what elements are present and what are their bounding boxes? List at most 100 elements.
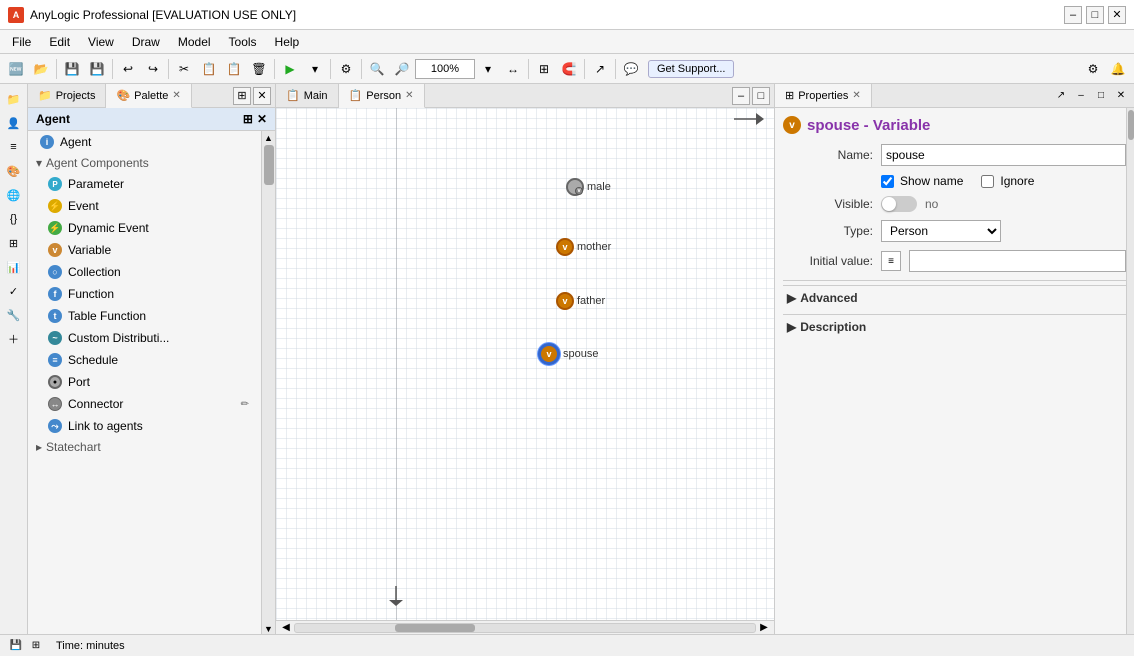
- palette-tab-close[interactable]: ✕: [172, 90, 180, 101]
- props-tab-close[interactable]: ✕: [852, 90, 860, 101]
- status-icon-1[interactable]: 💾: [8, 638, 24, 654]
- palette-item-schedule[interactable]: ≡ Schedule: [28, 349, 261, 371]
- sidebar-btn-agents[interactable]: 👤: [3, 112, 25, 134]
- sidebar-btn-tools[interactable]: 🔧: [3, 304, 25, 326]
- palette-item-collection[interactable]: ○ Collection: [28, 261, 261, 283]
- toolbar-redo[interactable]: ↪: [141, 57, 165, 81]
- props-ignore-checkbox[interactable]: [981, 175, 994, 188]
- maximize-button[interactable]: □: [1086, 6, 1104, 24]
- palette-scroll-thumb[interactable]: [264, 145, 274, 185]
- toolbar-support-icon[interactable]: 💬: [619, 57, 643, 81]
- person-tab-close[interactable]: ✕: [405, 90, 413, 101]
- props-tab-properties[interactable]: ⊞ Properties ✕: [775, 84, 872, 107]
- toolbar-zoom-reset[interactable]: ↔: [501, 57, 525, 81]
- palette-scroll-up[interactable]: ▲: [264, 133, 273, 143]
- status-icon-2[interactable]: ⊞: [28, 638, 44, 654]
- toolbar-zoom-in[interactable]: 🔎: [390, 57, 414, 81]
- canvas-max-btn[interactable]: □: [752, 87, 770, 105]
- toolbar-paste[interactable]: 📋: [222, 57, 246, 81]
- sidebar-btn-projects[interactable]: 📁: [3, 88, 25, 110]
- canvas-scroll-thumb[interactable]: [395, 624, 475, 632]
- tab-person[interactable]: 📋 Person ✕: [339, 84, 425, 108]
- tab-palette[interactable]: 🎨 Palette ✕: [106, 84, 191, 108]
- palette-item-agent[interactable]: i Agent: [28, 131, 261, 153]
- menu-view[interactable]: View: [80, 33, 122, 51]
- palette-close-icon[interactable]: ✕: [257, 112, 267, 126]
- toolbar-copy[interactable]: 📋: [197, 57, 221, 81]
- toolbar-run-dropdown[interactable]: ▾: [303, 57, 327, 81]
- get-support-button[interactable]: Get Support...: [648, 60, 734, 78]
- props-expr-button[interactable]: ≡: [881, 251, 901, 271]
- props-name-input[interactable]: [881, 144, 1126, 166]
- palette-item-parameter[interactable]: P Parameter: [28, 173, 261, 195]
- canvas-scroll-right[interactable]: ▶: [756, 622, 772, 633]
- palette-item-table-function[interactable]: t Table Function: [28, 305, 261, 327]
- sidebar-btn-flow[interactable]: ≡: [3, 136, 25, 158]
- node-spouse[interactable]: v spouse: [538, 343, 598, 365]
- toolbar-save-all[interactable]: 💾: [85, 57, 109, 81]
- node-mother[interactable]: v mother: [556, 238, 611, 256]
- props-scrollbar[interactable]: [1126, 108, 1134, 634]
- tab-main[interactable]: 📋 Main: [276, 84, 339, 107]
- toolbar-undo[interactable]: ↩: [116, 57, 140, 81]
- palette-section-statechart[interactable]: ▸ Statechart: [28, 437, 261, 457]
- node-male[interactable]: v male: [566, 178, 611, 196]
- props-initial-input[interactable]: [909, 250, 1126, 272]
- palette-item-event[interactable]: ⚡ Event: [28, 195, 261, 217]
- sidebar-btn-plus[interactable]: ＋: [3, 328, 25, 350]
- toolbar-arrow[interactable]: ↗: [588, 57, 612, 81]
- menu-help[interactable]: Help: [267, 33, 308, 51]
- sidebar-btn-ok[interactable]: ✓: [3, 280, 25, 302]
- palette-grid-icon[interactable]: ⊞: [243, 112, 253, 126]
- props-scroll-thumb[interactable]: [1128, 110, 1134, 140]
- props-showname-checkbox[interactable]: [881, 175, 894, 188]
- palette-item-custom-distribution[interactable]: ~ Custom Distributi...: [28, 327, 261, 349]
- menu-tools[interactable]: Tools: [221, 33, 265, 51]
- palette-section-agent-components[interactable]: ▾ Agent Components: [28, 153, 261, 173]
- node-father[interactable]: v father: [556, 292, 605, 310]
- palette-item-variable[interactable]: v Variable: [28, 239, 261, 261]
- props-close-btn[interactable]: ✕: [1112, 87, 1130, 105]
- toolbar-grid[interactable]: ⊞: [532, 57, 556, 81]
- menu-model[interactable]: Model: [170, 33, 219, 51]
- canvas-scroll-left[interactable]: ◀: [278, 622, 294, 633]
- connector-edit-icon[interactable]: ✏: [241, 399, 249, 410]
- canvas-scroll-track[interactable]: [294, 623, 756, 633]
- toolbar-new[interactable]: 🆕: [4, 57, 28, 81]
- tab-projects[interactable]: 📁 Projects: [28, 84, 106, 107]
- props-max-btn[interactable]: □: [1092, 87, 1110, 105]
- palette-scroll-down[interactable]: ▼: [264, 624, 273, 634]
- toolbar-run[interactable]: ▶: [278, 57, 302, 81]
- sidebar-btn-code[interactable]: {}: [3, 208, 25, 230]
- menu-edit[interactable]: Edit: [41, 33, 78, 51]
- props-visible-toggle[interactable]: [881, 196, 917, 212]
- palette-scrollbar[interactable]: ▲ ▼: [261, 131, 275, 634]
- panel-menu-btn[interactable]: ⊞: [233, 87, 251, 105]
- sidebar-btn-db[interactable]: ⊞: [3, 232, 25, 254]
- panel-close-btn[interactable]: ✕: [253, 87, 271, 105]
- toolbar-zoom-fit[interactable]: 🔍: [365, 57, 389, 81]
- toolbar-delete[interactable]: 🗑: [247, 57, 271, 81]
- toolbar-save[interactable]: 💾: [60, 57, 84, 81]
- palette-item-connector[interactable]: ↔ Connector ✏: [28, 393, 261, 415]
- menu-file[interactable]: File: [4, 33, 39, 51]
- toolbar-zoom-dropdown[interactable]: ▾: [476, 57, 500, 81]
- toolbar-extra-2[interactable]: 🔔: [1106, 57, 1130, 81]
- props-external-btn[interactable]: ↗: [1052, 87, 1070, 105]
- toolbar-extra-1[interactable]: ⚙: [1081, 57, 1105, 81]
- toolbar-settings[interactable]: ⚙: [334, 57, 358, 81]
- minimize-button[interactable]: –: [1064, 6, 1082, 24]
- sidebar-btn-chart[interactable]: 📊: [3, 256, 25, 278]
- toolbar-cut[interactable]: ✂: [172, 57, 196, 81]
- palette-item-dynamic-event[interactable]: ⚡ Dynamic Event: [28, 217, 261, 239]
- props-description-header[interactable]: ▶ Description: [783, 315, 1126, 339]
- canvas-content[interactable]: v male v mother v father: [276, 108, 774, 620]
- canvas-min-btn[interactable]: –: [732, 87, 750, 105]
- sidebar-btn-palette[interactable]: 🎨: [3, 160, 25, 182]
- menu-draw[interactable]: Draw: [124, 33, 168, 51]
- props-min-btn[interactable]: –: [1072, 87, 1090, 105]
- props-type-select[interactable]: Person: [881, 220, 1001, 242]
- sidebar-btn-env[interactable]: 🌐: [3, 184, 25, 206]
- close-button[interactable]: ✕: [1108, 6, 1126, 24]
- palette-item-port[interactable]: ● Port: [28, 371, 261, 393]
